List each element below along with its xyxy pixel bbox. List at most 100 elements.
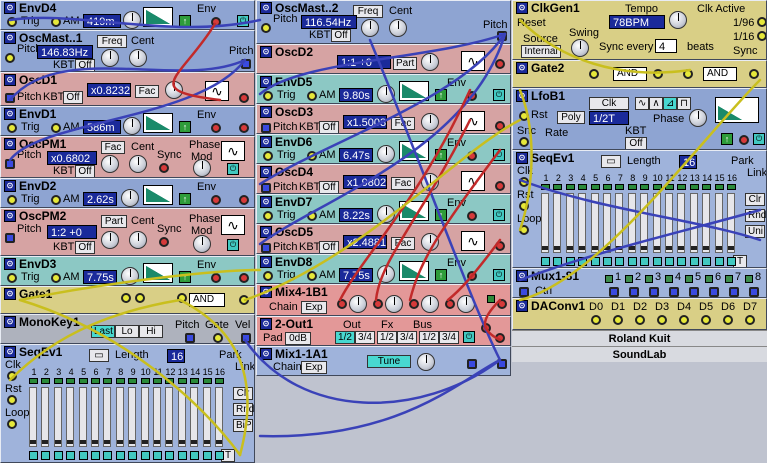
- am-jack[interactable]: [51, 273, 61, 283]
- vel-out-jack[interactable]: [241, 333, 251, 343]
- step-gate-button[interactable]: [578, 257, 588, 266]
- step-led[interactable]: [140, 378, 150, 384]
- module-oscpm1[interactable]: ⊙ OscPM1 Pitch Fac Cent x0.6802 KBT Off S…: [0, 136, 255, 178]
- factor-knob[interactable]: [101, 155, 119, 173]
- invert-button[interactable]: ↑: [179, 121, 191, 133]
- kbt-off-button[interactable]: Off: [319, 121, 339, 133]
- step-slider[interactable]: [627, 193, 636, 253]
- am-jack[interactable]: [307, 211, 317, 221]
- pitch-out-jack[interactable]: [497, 31, 507, 41]
- mux-in-jack[interactable]: [689, 287, 699, 297]
- decay-knob[interactable]: [123, 11, 141, 29]
- mix-level-knob[interactable]: [417, 353, 435, 371]
- power-icon[interactable]: ⏻: [753, 133, 765, 145]
- step-gate-button[interactable]: [165, 451, 175, 460]
- mix-in-jack-1[interactable]: [337, 299, 347, 309]
- step-led[interactable]: [128, 378, 138, 384]
- module-oscmaster2[interactable]: ⊙ OscMast..2 Pitch Freq Cent 116.54Hz KBT…: [256, 0, 511, 44]
- env-out-jack[interactable]: [467, 211, 477, 221]
- decay-knob[interactable]: [123, 117, 141, 135]
- invert-button[interactable]: ↑: [435, 209, 447, 221]
- step-gate-button[interactable]: [714, 257, 724, 266]
- mix-level-knob-2[interactable]: [385, 295, 403, 313]
- module-envd8[interactable]: ⊙ EnvD8 Trig AM 7.75s Env ↑ ⏻: [256, 254, 511, 284]
- step-led[interactable]: [665, 184, 674, 190]
- power-icon[interactable]: ⏻: [227, 163, 239, 175]
- step-gate-button[interactable]: [603, 257, 612, 266]
- gate-in-jack-2[interactable]: [135, 293, 145, 303]
- trig-jack[interactable]: [263, 271, 273, 281]
- trig-jack[interactable]: [7, 195, 17, 205]
- out-3-4-button[interactable]: 3/4: [355, 331, 375, 344]
- fx-3-4-button[interactable]: 3/4: [397, 331, 417, 344]
- step-led[interactable]: [615, 184, 625, 190]
- step-led[interactable]: [541, 184, 550, 190]
- power-icon[interactable]: ⏻: [227, 239, 239, 251]
- am-jack[interactable]: [51, 195, 61, 205]
- logic-select-2[interactable]: AND: [703, 67, 737, 81]
- cent-knob[interactable]: [389, 19, 407, 37]
- step-led[interactable]: [153, 378, 162, 384]
- pitch-jack[interactable]: [261, 123, 271, 133]
- audio-out-jack[interactable]: [239, 273, 249, 283]
- module-oscd4[interactable]: ⊙ OscD4 Pitch KBT Off x1.9802 Fac ∿: [256, 164, 511, 194]
- tempo-knob[interactable]: [669, 11, 687, 29]
- am-jack[interactable]: [307, 151, 317, 161]
- mux-in-jack[interactable]: [629, 287, 639, 297]
- step-led[interactable]: [727, 184, 736, 190]
- module-monokey1[interactable]: ⊙ MonoKey1 Last Lo Hi Pitch Gate Vel: [0, 314, 255, 344]
- sync-jack[interactable]: [159, 163, 169, 173]
- module-oscd5[interactable]: ⊙ OscD5 Pitch KBT Off x2.4881 Fac ∿: [256, 224, 511, 254]
- step-led[interactable]: [91, 378, 100, 384]
- wave-sine-icon[interactable]: ∿: [635, 97, 649, 110]
- phase-mod-knob[interactable]: [193, 235, 211, 253]
- step-slider[interactable]: [714, 193, 723, 253]
- power-icon[interactable]: ⏻: [237, 15, 249, 27]
- mix-level-knob-3[interactable]: [421, 295, 439, 313]
- lfo-out-jack[interactable]: [739, 135, 749, 145]
- step-slider[interactable]: [66, 387, 75, 447]
- dac-out-jack[interactable]: [591, 315, 601, 325]
- step-gate-button[interactable]: [215, 451, 224, 460]
- step-led[interactable]: [689, 184, 699, 190]
- am-jack[interactable]: [307, 271, 317, 281]
- step-led[interactable]: [565, 184, 575, 190]
- trig-jack[interactable]: [7, 17, 17, 27]
- out-1-2-button[interactable]: 1/2: [335, 331, 355, 344]
- mix-out-jack[interactable]: [497, 299, 507, 309]
- step-gate-button[interactable]: [91, 451, 100, 460]
- rst-jack[interactable]: [7, 395, 17, 405]
- logic-select-1[interactable]: AND: [613, 67, 647, 81]
- gate-out-jack[interactable]: [213, 333, 223, 343]
- fx-1-2-button[interactable]: 1/2: [377, 331, 397, 344]
- step-gate-button[interactable]: [615, 257, 625, 266]
- env-out-jack[interactable]: [467, 91, 477, 101]
- step-led[interactable]: [714, 184, 724, 190]
- freq-button[interactable]: Freq: [97, 35, 127, 48]
- audio-out-jack[interactable]: [495, 241, 505, 251]
- env-out-jack[interactable]: [211, 273, 221, 283]
- dac-out-jack[interactable]: [701, 315, 711, 325]
- freq-knob[interactable]: [101, 49, 119, 67]
- part-button[interactable]: Part: [101, 215, 127, 228]
- fac-button[interactable]: Fac: [391, 237, 415, 250]
- mux-in-jack[interactable]: [729, 287, 739, 297]
- step-slider[interactable]: [140, 387, 149, 447]
- module-envd2[interactable]: ⊙ EnvD2 Trig AM 2.62s Env ↑: [0, 178, 255, 208]
- step-slider[interactable]: [652, 193, 661, 253]
- invert-button[interactable]: ↑: [721, 133, 733, 145]
- module-clkgen1[interactable]: ⊙ ClkGen1 Reset Source Internal Swing Tem…: [512, 0, 767, 60]
- step-gate-button[interactable]: [128, 451, 138, 460]
- step-led[interactable]: [652, 184, 662, 190]
- decay-knob[interactable]: [377, 205, 395, 223]
- clr-button[interactable]: Clr: [745, 193, 765, 206]
- step-slider[interactable]: [53, 387, 62, 447]
- step-slider[interactable]: [165, 387, 174, 447]
- module-seq2[interactable]: ⊙ SeqEv1 ▭ Length 16 Park Link Clk Rst Lo…: [512, 150, 767, 268]
- pitch-jack[interactable]: [261, 23, 271, 33]
- ctrl-jack[interactable]: [519, 287, 529, 297]
- loop-jack[interactable]: [7, 419, 17, 429]
- step-gate-button[interactable]: [153, 451, 162, 460]
- rnd-button[interactable]: Rnd: [233, 403, 254, 416]
- step-slider[interactable]: [689, 193, 698, 253]
